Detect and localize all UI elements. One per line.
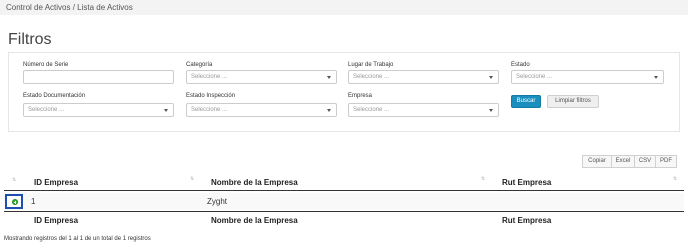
search-button[interactable]: Buscar xyxy=(511,95,541,108)
csv-button[interactable]: CSV xyxy=(634,155,656,168)
breadcrumb: Control de Activos / Lista de Activos xyxy=(6,3,133,12)
chevron-down-icon xyxy=(326,106,334,114)
category-select[interactable]: Seleccione ... xyxy=(186,70,337,84)
export-button-group: Copiar Excel CSV PDF xyxy=(582,155,677,168)
category-label: Categoría xyxy=(186,62,213,68)
state-select[interactable]: Seleccione ... xyxy=(511,70,664,84)
filter-panel xyxy=(8,52,680,132)
serial-number-input[interactable] xyxy=(23,70,174,84)
workplace-label: Lugar de Trabajo xyxy=(348,62,394,68)
sort-icon[interactable]: ⇅ xyxy=(481,176,485,182)
company-label: Empresa xyxy=(348,93,373,99)
chevron-down-icon xyxy=(163,106,171,114)
sort-icon[interactable]: ⇅ xyxy=(12,177,16,183)
sort-icon[interactable]: ⇅ xyxy=(673,176,677,182)
clear-filters-button[interactable]: Limpiar filtros xyxy=(547,95,599,108)
company-select-value: Seleccione ... xyxy=(353,107,390,113)
page-title: Filtros xyxy=(8,31,52,48)
doc-state-select[interactable]: Seleccione ... xyxy=(23,103,174,117)
inspection-select[interactable]: Seleccione ... xyxy=(186,103,337,117)
table-row[interactable]: 1 Zyght xyxy=(4,193,684,210)
inspection-label: Estado Inspección xyxy=(186,93,236,99)
table-info: Mostrando registros del 1 al 1 de un tot… xyxy=(4,236,151,242)
copy-button[interactable]: Copiar xyxy=(582,155,612,168)
inspection-select-value: Seleccione ... xyxy=(191,107,228,113)
workplace-select[interactable]: Seleccione ... xyxy=(348,70,499,84)
plus-circle-icon xyxy=(12,199,18,205)
chevron-down-icon xyxy=(653,73,661,81)
column-header-rut[interactable]: Rut Empresa xyxy=(502,178,551,187)
company-select[interactable]: Seleccione ... xyxy=(348,103,499,117)
footer-name: Nombre de la Empresa xyxy=(211,216,298,225)
category-select-value: Seleccione ... xyxy=(191,74,228,80)
cell-company-name: Zyght xyxy=(207,197,228,206)
footer-id: ID Empresa xyxy=(34,216,79,225)
expand-row-button[interactable] xyxy=(5,194,23,209)
table-header: ⇅ ID Empresa ⇅ Nombre de la Empresa ⇅ Ru… xyxy=(4,173,684,191)
chevron-down-icon xyxy=(488,106,496,114)
table-footer: ID Empresa Nombre de la Empresa Rut Empr… xyxy=(4,211,684,225)
excel-button[interactable]: Excel xyxy=(611,155,635,168)
column-header-id[interactable]: ID Empresa xyxy=(34,178,78,187)
doc-state-select-value: Seleccione ... xyxy=(28,107,65,113)
chevron-down-icon xyxy=(488,73,496,81)
doc-state-label: Estado Documentación xyxy=(23,93,86,99)
state-select-value: Seleccione ... xyxy=(516,74,553,80)
footer-rut: Rut Empresa xyxy=(502,216,552,225)
sort-icon[interactable]: ⇅ xyxy=(190,176,194,182)
breadcrumb-bar: Control de Activos / Lista de Activos xyxy=(0,0,688,15)
serial-number-label: Número de Serie xyxy=(23,62,69,68)
pdf-button[interactable]: PDF xyxy=(655,155,677,168)
state-label: Estado xyxy=(511,62,530,68)
workplace-select-value: Seleccione ... xyxy=(353,74,390,80)
chevron-down-icon xyxy=(326,73,334,81)
cell-id: 1 xyxy=(31,197,36,206)
column-header-name[interactable]: Nombre de la Empresa xyxy=(211,178,298,187)
